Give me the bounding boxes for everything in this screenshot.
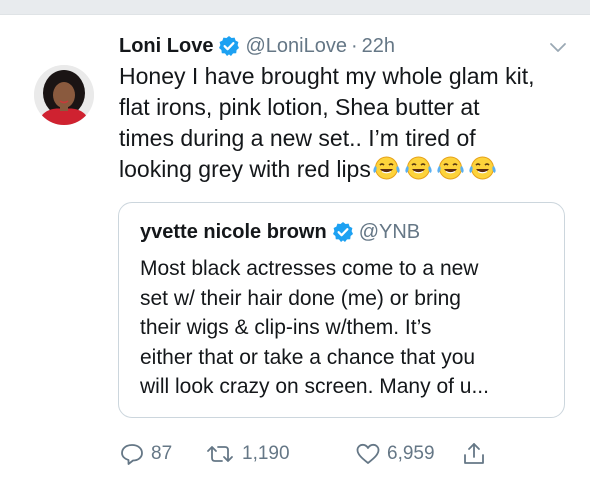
tweet-actions: 87 1,190 6,959 <box>119 439 519 469</box>
retweet-button[interactable]: 1,190 <box>204 439 290 469</box>
author-name[interactable]: Loni Love <box>119 33 213 59</box>
tweet[interactable]: Loni Love @LoniLove · 22h Honey I have b… <box>0 15 590 484</box>
quoted-author-handle[interactable]: @YNB <box>359 219 420 245</box>
chevron-down-icon[interactable] <box>548 41 568 55</box>
tears-of-joy-emoji-icon <box>436 155 465 181</box>
quoted-author-name[interactable]: yvette nicole brown <box>140 219 327 245</box>
tears-of-joy-emoji-icon <box>372 155 401 181</box>
verified-badge-icon <box>332 221 354 243</box>
top-bar <box>0 0 590 15</box>
separator-dot: · <box>350 35 358 57</box>
retweet-icon <box>204 442 236 466</box>
like-button[interactable]: 6,959 <box>355 439 435 469</box>
tears-of-joy-emoji-icon <box>404 155 433 181</box>
timestamp[interactable]: 22h <box>362 33 395 59</box>
verified-badge-icon <box>218 35 240 57</box>
heart-icon <box>355 442 381 466</box>
author-handle[interactable]: @LoniLove <box>245 33 346 59</box>
quoted-tweet-card[interactable]: yvette nicole brown @YNB Most black actr… <box>118 202 565 418</box>
retweet-count: 1,190 <box>242 443 290 464</box>
reply-icon <box>119 442 145 466</box>
share-icon <box>462 441 486 467</box>
quoted-tweet-text: Most black actresses come to a new set w… <box>140 257 489 398</box>
tears-of-joy-emoji-icon <box>468 155 497 181</box>
emoji-group <box>372 155 500 181</box>
share-button[interactable] <box>462 439 492 469</box>
reply-count: 87 <box>151 443 173 464</box>
reply-button[interactable]: 87 <box>119 439 172 469</box>
like-count: 6,959 <box>387 443 435 464</box>
tweet-body: Honey I have brought my whole glam kit, … <box>119 61 569 185</box>
avatar[interactable] <box>34 65 94 125</box>
quoted-tweet-header: yvette nicole brown @YNB <box>140 219 420 245</box>
tweet-header: Loni Love @LoniLove · 22h <box>119 33 395 59</box>
